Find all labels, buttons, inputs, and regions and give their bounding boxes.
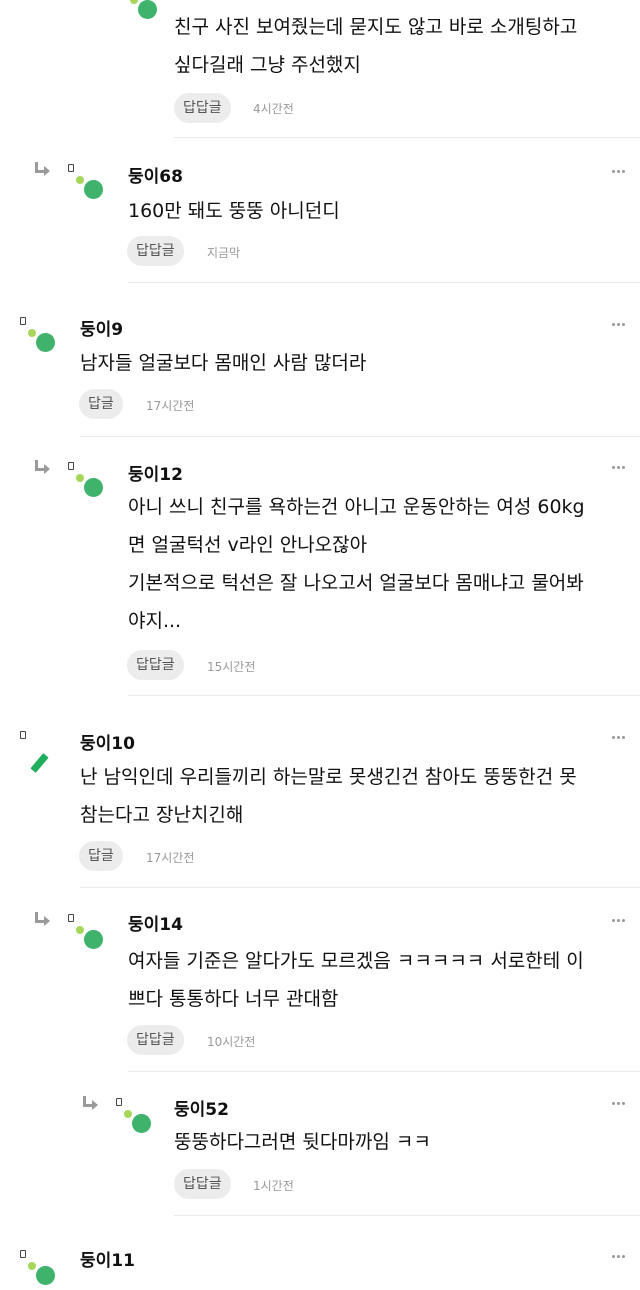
comment-username[interactable]: 둥이14 (128, 910, 183, 935)
avatar-dot-large (84, 478, 103, 497)
avatar-dot-large (36, 1266, 55, 1285)
more-options-icon[interactable] (612, 466, 626, 470)
more-options-icon[interactable] (612, 1102, 626, 1106)
comment-username[interactable]: 둥이10 (80, 729, 135, 754)
reply-button[interactable]: 답답글 (127, 236, 184, 266)
avatar[interactable] (68, 914, 108, 954)
avatar-dot-large (132, 1114, 151, 1133)
more-options-icon[interactable] (612, 323, 626, 327)
avatar-badge (20, 317, 26, 325)
more-options-icon[interactable] (612, 736, 626, 740)
avatar[interactable] (122, 0, 162, 24)
avatar[interactable] (68, 164, 108, 204)
divider (174, 137, 640, 138)
avatar-badge (68, 914, 74, 922)
comment-text: 난 남익인데 우리들끼리 하는말로 못생긴건 참아도 뚱뚱한건 못 참는다고 장… (80, 766, 577, 826)
avatar-dot-small (124, 1110, 132, 1118)
divider (174, 1215, 640, 1216)
divider (128, 695, 640, 696)
comment-time: 1시간전 (253, 1179, 294, 1193)
more-options-icon[interactable] (612, 170, 626, 174)
avatar-dot-small (28, 329, 36, 337)
comment-time: 4시간전 (253, 102, 294, 116)
reply-arrow-icon (34, 460, 50, 476)
comment-text: 여자들 기준은 알다가도 모르겠음 ㅋㅋㅋㅋㅋ 서로한테 이 쁘다 통통하다 너… (128, 950, 584, 1010)
avatar-dot-small (76, 926, 84, 934)
reply-button[interactable]: 답글 (79, 841, 123, 871)
comment-username[interactable]: 둥이52 (174, 1095, 229, 1120)
comment-time: 지금막 (207, 246, 241, 260)
divider (80, 436, 640, 437)
comment-text: 친구 사진 보여줬는데 묻지도 않고 바로 소개팅하고 싶다길래 그냥 주선했지 (174, 16, 578, 76)
comment-username[interactable]: 둥이9 (80, 315, 123, 340)
avatar[interactable] (116, 1098, 156, 1138)
avatar-badge (20, 1250, 26, 1258)
avatar-dot-large (84, 180, 103, 199)
comment-username[interactable]: 둥이68 (128, 162, 183, 187)
avatar-dot-small (130, 0, 138, 4)
reply-arrow-icon (34, 162, 50, 178)
reply-button[interactable]: 답답글 (127, 650, 184, 680)
avatar-stroke (30, 753, 49, 773)
avatar[interactable] (68, 462, 108, 502)
avatar-dot-large (36, 333, 55, 352)
comment-time: 17시간전 (146, 399, 195, 413)
reply-button[interactable]: 답답글 (174, 93, 231, 123)
divider (80, 887, 640, 888)
avatar[interactable] (20, 317, 60, 357)
reply-arrow-icon (34, 912, 50, 928)
avatar-badge (20, 731, 26, 739)
avatar-badge (68, 164, 74, 172)
avatar[interactable] (20, 1250, 60, 1290)
reply-button[interactable]: 답글 (79, 389, 123, 419)
avatar-badge (68, 462, 74, 470)
divider (128, 1071, 640, 1072)
more-options-icon[interactable] (612, 1255, 626, 1259)
comment-time: 10시간전 (207, 1035, 256, 1049)
more-options-icon[interactable] (612, 919, 626, 923)
avatar[interactable] (20, 731, 60, 773)
comment-text: 남자들 얼굴보다 몸매인 사람 많더라 (80, 352, 367, 374)
divider (128, 282, 640, 283)
avatar-badge (116, 1098, 122, 1106)
avatar-dot-large (138, 0, 157, 19)
comment-text: 아니 쓰니 친구를 욕하는건 아니고 운동안하는 여성 60kg 면 얼굴턱선 … (128, 496, 585, 632)
avatar-dot-small (76, 176, 84, 184)
reply-button[interactable]: 답답글 (127, 1025, 184, 1055)
comment-text: 뚱뚱하다그러면 뒷다마까임 ㅋㅋ (174, 1131, 431, 1153)
comment-time: 17시간전 (146, 851, 195, 865)
reply-button[interactable]: 답답글 (174, 1169, 231, 1199)
comment-time: 15시간전 (207, 660, 256, 674)
comment-text: 160만 돼도 뚱뚱 아니던디 (128, 200, 340, 222)
avatar-dot-large (84, 930, 103, 949)
reply-arrow-icon (82, 1096, 98, 1112)
avatar-dot-small (76, 474, 84, 482)
comment-username[interactable]: 둥이12 (128, 460, 183, 485)
avatar-dot-small (28, 1262, 36, 1270)
comment-username[interactable]: 둥이11 (80, 1246, 135, 1271)
